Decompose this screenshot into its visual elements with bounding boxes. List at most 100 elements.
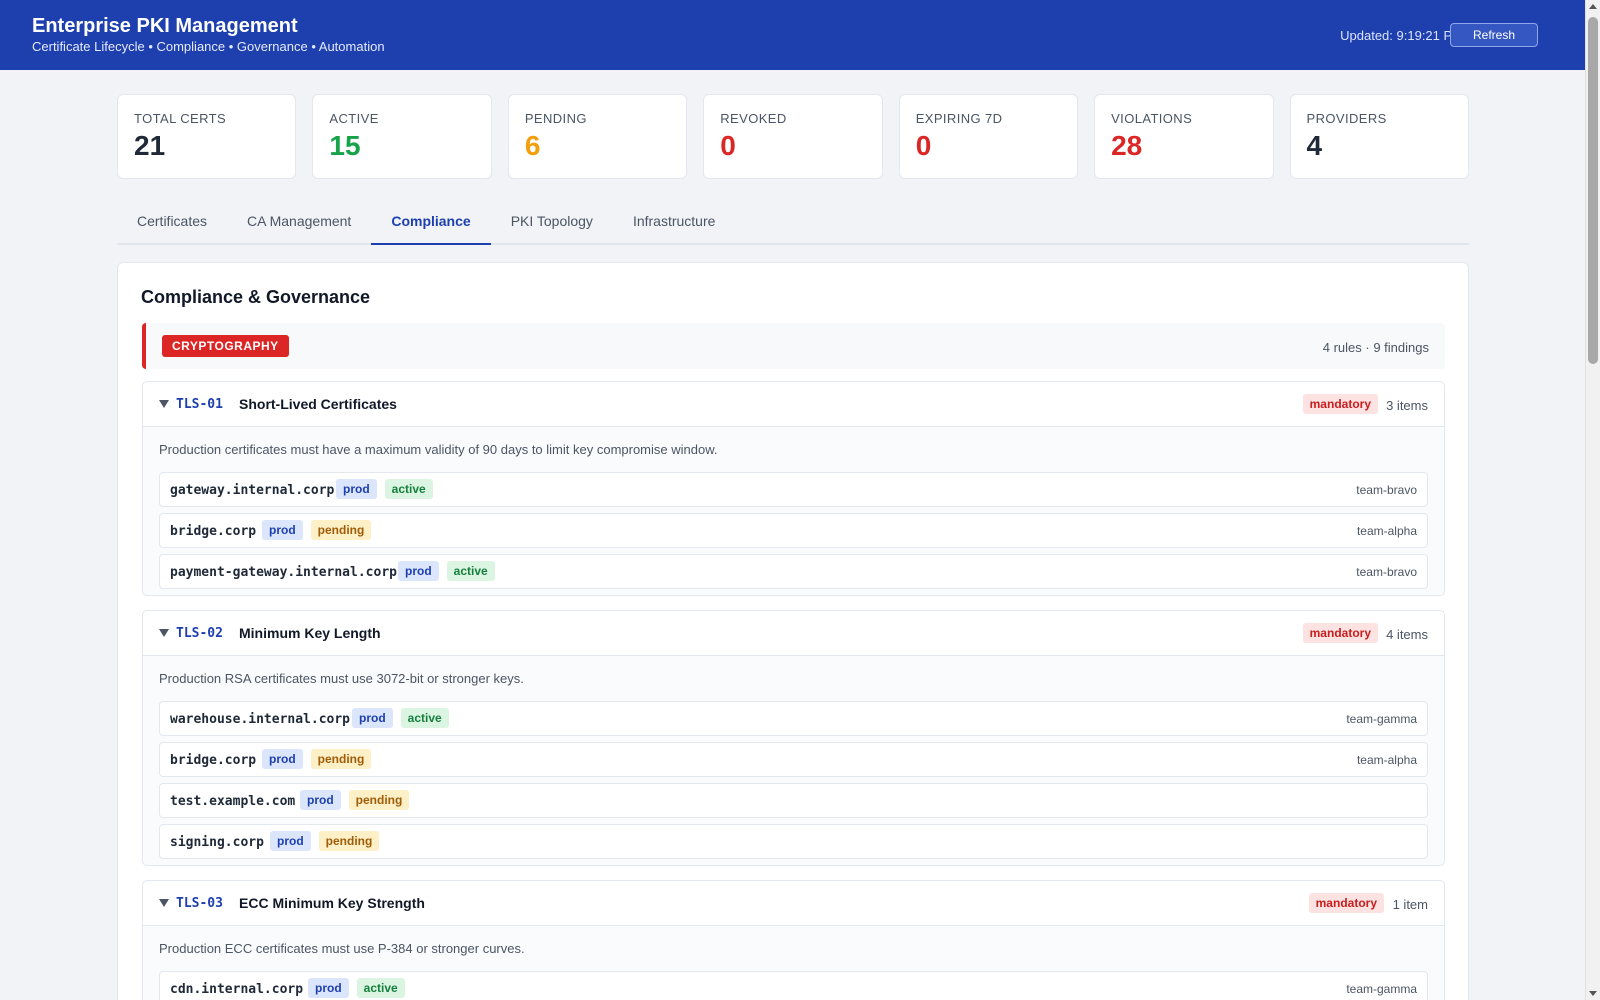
owner-team: team-alpha xyxy=(1356,524,1417,538)
stat-label: EXPIRING 7D xyxy=(915,111,1003,126)
stat-active: ACTIVE 15 xyxy=(312,94,492,179)
status-badge: active xyxy=(400,708,449,728)
env-badge: prod xyxy=(300,790,341,810)
rule-item-count: 3 items xyxy=(1386,398,1428,413)
stats-row: TOTAL CERTS 21 ACTIVE 15 PENDING 6 REVOK… xyxy=(117,94,1469,179)
item-tags: prod pending xyxy=(300,790,410,810)
tab-ca-management[interactable]: CA Management xyxy=(227,204,371,245)
finding-item[interactable]: warehouse.internal.corp prod active team… xyxy=(159,701,1428,736)
stat-providers: PROVIDERS 4 xyxy=(1289,94,1469,179)
item-tags: prod pending xyxy=(262,520,372,540)
rule-tls-03: TLS-03 ECC Minimum Key Strength mandator… xyxy=(142,880,1445,1000)
rule-header[interactable]: TLS-01 Short-Lived Certificates mandator… xyxy=(143,382,1444,427)
cert-host: warehouse.internal.corp xyxy=(170,712,351,727)
page-scrollbar[interactable] xyxy=(1585,0,1600,1000)
cert-host: bridge.corp xyxy=(170,753,257,768)
stat-value: 15 xyxy=(329,130,361,161)
stat-label: PROVIDERS xyxy=(1306,111,1387,126)
cert-host: test.example.com xyxy=(170,794,296,809)
env-badge: prod xyxy=(308,978,349,998)
item-tags: prod active xyxy=(308,978,405,998)
finding-item[interactable]: bridge.corp prod pending team-alpha xyxy=(159,513,1428,548)
env-badge: prod xyxy=(270,831,311,851)
stat-value: 28 xyxy=(1111,130,1143,161)
status-badge: pending xyxy=(310,749,372,769)
tab-compliance[interactable]: Compliance xyxy=(371,204,491,245)
stat-label: VIOLATIONS xyxy=(1111,111,1193,126)
stat-label: ACTIVE xyxy=(329,111,379,126)
tab-infrastructure[interactable]: Infrastructure xyxy=(613,204,735,245)
env-badge: prod xyxy=(352,708,393,728)
category-header-cryptography[interactable]: CRYPTOGRAPHY 4 rules · 9 findings xyxy=(142,323,1445,369)
cert-host: gateway.internal.corp xyxy=(170,483,335,498)
collapse-caret-icon[interactable] xyxy=(159,400,169,408)
status-badge: active xyxy=(356,978,405,998)
category-meta: 4 rules · 9 findings xyxy=(1322,340,1429,355)
finding-item[interactable]: test.example.com prod pending xyxy=(159,783,1428,818)
env-badge: prod xyxy=(398,561,439,581)
status-badge: pending xyxy=(310,520,372,540)
rule-description: Production ECC certificates must use P-3… xyxy=(159,941,525,956)
stat-value: 4 xyxy=(1306,130,1323,161)
app-subtitle: Certificate Lifecycle • Compliance • Gov… xyxy=(32,39,385,54)
stat-value: 6 xyxy=(524,130,541,161)
item-tags: prod active xyxy=(398,561,495,581)
cert-host: payment-gateway.internal.corp xyxy=(170,565,397,580)
rule-description: Production certificates must have a maxi… xyxy=(159,442,718,457)
rule-header[interactable]: TLS-02 Minimum Key Length mandatory 4 it… xyxy=(143,611,1444,656)
compliance-panel: Compliance & Governance CRYPTOGRAPHY 4 r… xyxy=(117,262,1469,1000)
env-badge: prod xyxy=(336,479,377,499)
severity-badge: mandatory xyxy=(1302,623,1378,643)
app-title: Enterprise PKI Management xyxy=(32,15,298,37)
rule-name: ECC Minimum Key Strength xyxy=(239,895,425,911)
severity-badge: mandatory xyxy=(1308,893,1384,913)
cert-host: signing.corp xyxy=(170,835,264,850)
refresh-button[interactable]: Refresh xyxy=(1450,23,1538,47)
last-updated: Updated: 9:19:21 PM xyxy=(1340,28,1463,43)
rule-id: TLS-02 xyxy=(176,626,223,641)
item-tags: prod pending xyxy=(270,831,380,851)
rule-name: Minimum Key Length xyxy=(239,625,381,641)
rule-id: TLS-01 xyxy=(176,397,223,412)
stat-revoked: REVOKED 0 xyxy=(703,94,883,179)
env-badge: prod xyxy=(262,520,303,540)
rule-description: Production RSA certificates must use 307… xyxy=(159,671,524,686)
stat-violations: VIOLATIONS 28 xyxy=(1094,94,1274,179)
finding-item[interactable]: signing.corp prod pending xyxy=(159,824,1428,859)
owner-team: team-bravo xyxy=(1356,565,1417,579)
tab-pki-topology[interactable]: PKI Topology xyxy=(491,204,613,245)
stat-total-certs: TOTAL CERTS 21 xyxy=(117,94,297,179)
item-tags: prod active xyxy=(352,708,449,728)
finding-item[interactable]: payment-gateway.internal.corp prod activ… xyxy=(159,554,1428,589)
status-badge: active xyxy=(446,561,495,581)
collapse-caret-icon[interactable] xyxy=(159,629,169,637)
scrollbar-thumb[interactable] xyxy=(1588,17,1598,364)
rule-name: Short-Lived Certificates xyxy=(239,396,397,412)
scroll-up-icon[interactable] xyxy=(1589,4,1597,9)
stat-value: 0 xyxy=(720,130,736,161)
owner-team: team-bravo xyxy=(1356,483,1417,497)
rule-tls-01: TLS-01 Short-Lived Certificates mandator… xyxy=(142,381,1445,596)
stat-value: 0 xyxy=(915,130,932,161)
env-badge: prod xyxy=(262,749,303,769)
scroll-down-icon[interactable] xyxy=(1589,991,1597,996)
finding-item[interactable]: cdn.internal.corp prod active team-gamma xyxy=(159,971,1428,1000)
stat-value: 21 xyxy=(134,130,166,161)
tab-certificates[interactable]: Certificates xyxy=(117,204,227,245)
collapse-caret-icon[interactable] xyxy=(159,899,169,907)
finding-item[interactable]: bridge.corp prod pending team-alpha xyxy=(159,742,1428,777)
stat-pending: PENDING 6 xyxy=(507,94,688,179)
rule-item-count: 4 items xyxy=(1386,627,1428,642)
stat-label: REVOKED xyxy=(720,111,787,126)
rule-tls-02: TLS-02 Minimum Key Length mandatory 4 it… xyxy=(142,610,1445,866)
stat-expiring: EXPIRING 7D 0 xyxy=(898,94,1079,179)
owner-team: team-gamma xyxy=(1346,712,1417,726)
rule-header[interactable]: TLS-03 ECC Minimum Key Strength mandator… xyxy=(143,881,1444,926)
stat-label: PENDING xyxy=(524,111,587,126)
finding-item[interactable]: gateway.internal.corp prod active team-b… xyxy=(159,472,1428,507)
owner-team: team-gamma xyxy=(1346,982,1417,996)
severity-badge: mandatory xyxy=(1302,394,1378,414)
owner-team: team-alpha xyxy=(1356,753,1417,767)
panel-title: Compliance & Governance xyxy=(141,287,371,307)
rule-item-count: 1 item xyxy=(1392,897,1428,912)
